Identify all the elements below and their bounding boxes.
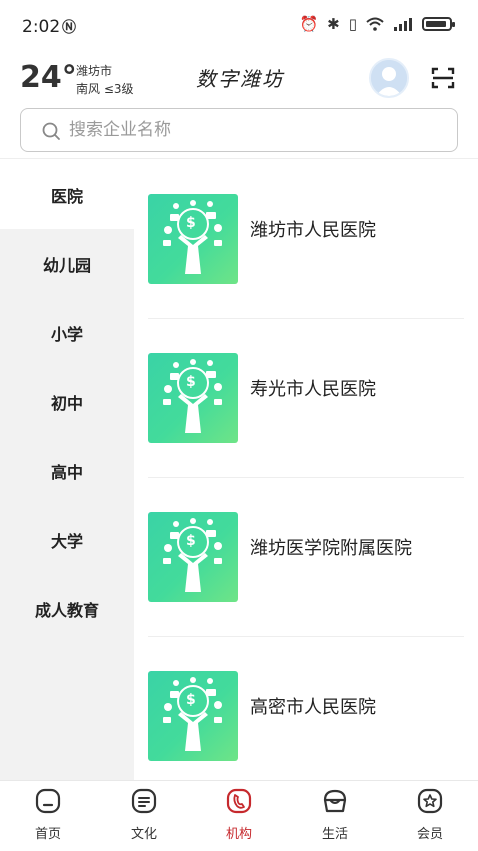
- app-logo: 数字潍坊: [196, 67, 284, 91]
- category-university[interactable]: 大学: [0, 505, 134, 574]
- life-icon: [323, 789, 347, 813]
- wind-label: 南风 ≤3级: [76, 82, 134, 96]
- tab-label: 机构: [225, 827, 252, 842]
- header-divider: [0, 158, 478, 159]
- svg-text:$: $: [186, 374, 196, 390]
- nfc-icon: Ⓝ: [62, 20, 76, 36]
- category-label: 大学: [50, 531, 83, 551]
- city-label: 潍坊市: [76, 64, 113, 78]
- svg-text:$: $: [186, 692, 196, 708]
- list-item[interactable]: $ 潍坊市人民医院: [148, 160, 464, 319]
- culture-icon: [131, 788, 157, 814]
- category-kindergarten[interactable]: 幼儿园: [0, 229, 134, 298]
- battery-icon: [422, 17, 455, 31]
- tab-label: 会员: [416, 827, 443, 842]
- status-bar: 2:02 Ⓝ ⏰ ✱ ▯: [0, 0, 478, 54]
- tab-culture[interactable]: 文化: [96, 781, 192, 851]
- institution-name: 潍坊医学院附属医院: [250, 538, 412, 559]
- scan-icon[interactable]: [431, 66, 455, 90]
- category-label: 成人教育: [34, 600, 99, 620]
- tab-label: 文化: [130, 827, 157, 842]
- list-item[interactable]: $ 高密市人民医院: [148, 637, 464, 796]
- search-icon: [42, 122, 60, 140]
- svg-text:$: $: [186, 533, 196, 549]
- tab-label: 首页: [34, 827, 61, 842]
- institution-name: 潍坊市人民医院: [250, 220, 376, 241]
- category-label: 高中: [50, 462, 83, 482]
- money-tree-icon: $: [148, 512, 238, 602]
- institution-list: $ 潍坊市人民医院 $ 寿光市人民医院 $ 潍坊医学院附属医院 $ 高密市人民医…: [134, 160, 478, 780]
- svg-text:$: $: [186, 215, 196, 231]
- category-sidebar: 医院 幼儿园 小学 初中 高中 大学 成人教育: [0, 160, 134, 780]
- money-tree-icon: $: [148, 353, 238, 443]
- vibrate-icon: ▯: [348, 15, 357, 33]
- list-item[interactable]: $ 寿光市人民医院: [148, 319, 464, 478]
- category-hospital[interactable]: 医院: [0, 160, 134, 229]
- money-tree-icon: $: [148, 671, 238, 761]
- status-time: 2:02: [22, 17, 61, 37]
- category-primary-school[interactable]: 小学: [0, 298, 134, 367]
- search-bar[interactable]: [20, 108, 458, 152]
- bottom-tab-bar: 首页 文化 机构 生活 会员: [0, 780, 478, 850]
- institution-icon: [226, 788, 252, 814]
- institution-name: 高密市人民医院: [250, 697, 376, 718]
- alarm-icon: ⏰: [299, 15, 319, 33]
- list-item[interactable]: $ 潍坊医学院附属医院: [148, 478, 464, 637]
- member-icon: [417, 788, 443, 814]
- tab-member[interactable]: 会员: [382, 781, 478, 851]
- tab-home[interactable]: 首页: [0, 781, 96, 851]
- category-label: 医院: [50, 186, 83, 206]
- category-label: 幼儿园: [42, 255, 91, 275]
- category-senior-high[interactable]: 高中: [0, 436, 134, 505]
- tab-institution[interactable]: 机构: [191, 781, 287, 851]
- category-junior-high[interactable]: 初中: [0, 367, 134, 436]
- category-label: 小学: [50, 324, 83, 344]
- institution-name: 寿光市人民医院: [250, 379, 376, 400]
- wifi-icon: [366, 17, 384, 31]
- tab-label: 生活: [321, 827, 348, 842]
- money-tree-icon: $: [148, 194, 238, 284]
- search-input[interactable]: [69, 116, 439, 144]
- user-avatar-icon: [371, 60, 407, 96]
- bluetooth-icon: ✱: [327, 15, 340, 33]
- status-icons: ⏰ ✱ ▯: [299, 15, 455, 33]
- tab-life[interactable]: 生活: [287, 781, 383, 851]
- home-icon: [35, 788, 61, 814]
- signal-icon: [394, 18, 412, 31]
- temperature: 24°: [20, 60, 77, 95]
- header: 24° 潍坊市 南风 ≤3级 数字潍坊: [0, 54, 478, 104]
- avatar[interactable]: [369, 58, 409, 98]
- category-adult-education[interactable]: 成人教育: [0, 574, 134, 643]
- category-label: 初中: [50, 393, 83, 413]
